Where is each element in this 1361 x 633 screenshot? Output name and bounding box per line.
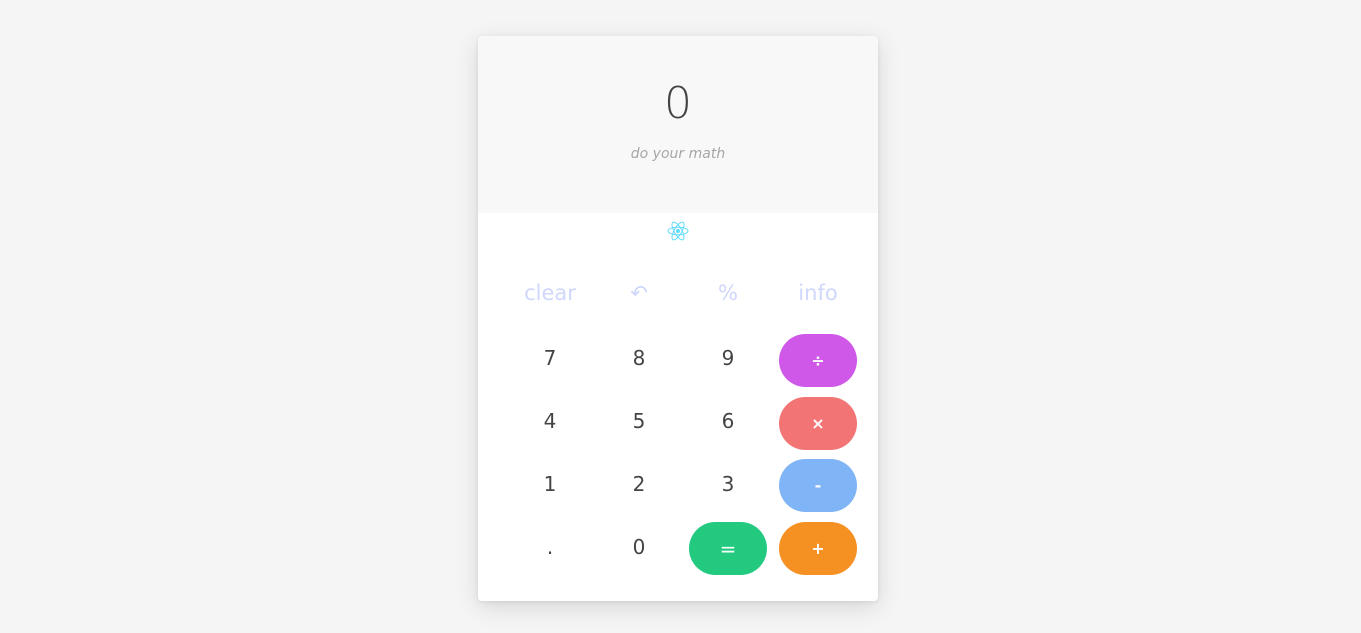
info-button[interactable]: info <box>779 273 857 313</box>
display-value: 0 <box>664 78 692 129</box>
digit-7-button[interactable]: 7 <box>511 332 589 384</box>
display-panel: 0 do your math <box>478 36 878 213</box>
digit-3-button[interactable]: 3 <box>689 458 767 510</box>
display-hint: do your math <box>630 146 726 162</box>
digit-8-button[interactable]: 8 <box>600 332 678 384</box>
multiply-button[interactable]: × <box>779 397 857 450</box>
digit-5-button[interactable]: 5 <box>600 395 678 447</box>
equals-button[interactable]: = <box>689 522 767 575</box>
digit-6-button[interactable]: 6 <box>689 395 767 447</box>
subtract-button[interactable]: - <box>779 459 857 512</box>
digit-4-button[interactable]: 4 <box>511 395 589 447</box>
divide-button[interactable]: ÷ <box>779 334 857 387</box>
digit-2-button[interactable]: 2 <box>600 458 678 510</box>
undo-button[interactable]: ↶ <box>600 273 678 313</box>
calculator: 0 do your math clear ↶ % info 7 8 9 ÷ 4 … <box>478 36 878 601</box>
digit-1-button[interactable]: 1 <box>511 458 589 510</box>
digit-0-button[interactable]: 0 <box>600 521 678 573</box>
add-button[interactable]: + <box>779 522 857 575</box>
react-atom-icon <box>667 221 689 241</box>
percent-button[interactable]: % <box>689 273 767 313</box>
clear-button[interactable]: clear <box>511 273 589 313</box>
decimal-point-button[interactable]: . <box>511 521 589 573</box>
digit-9-button[interactable]: 9 <box>689 332 767 384</box>
